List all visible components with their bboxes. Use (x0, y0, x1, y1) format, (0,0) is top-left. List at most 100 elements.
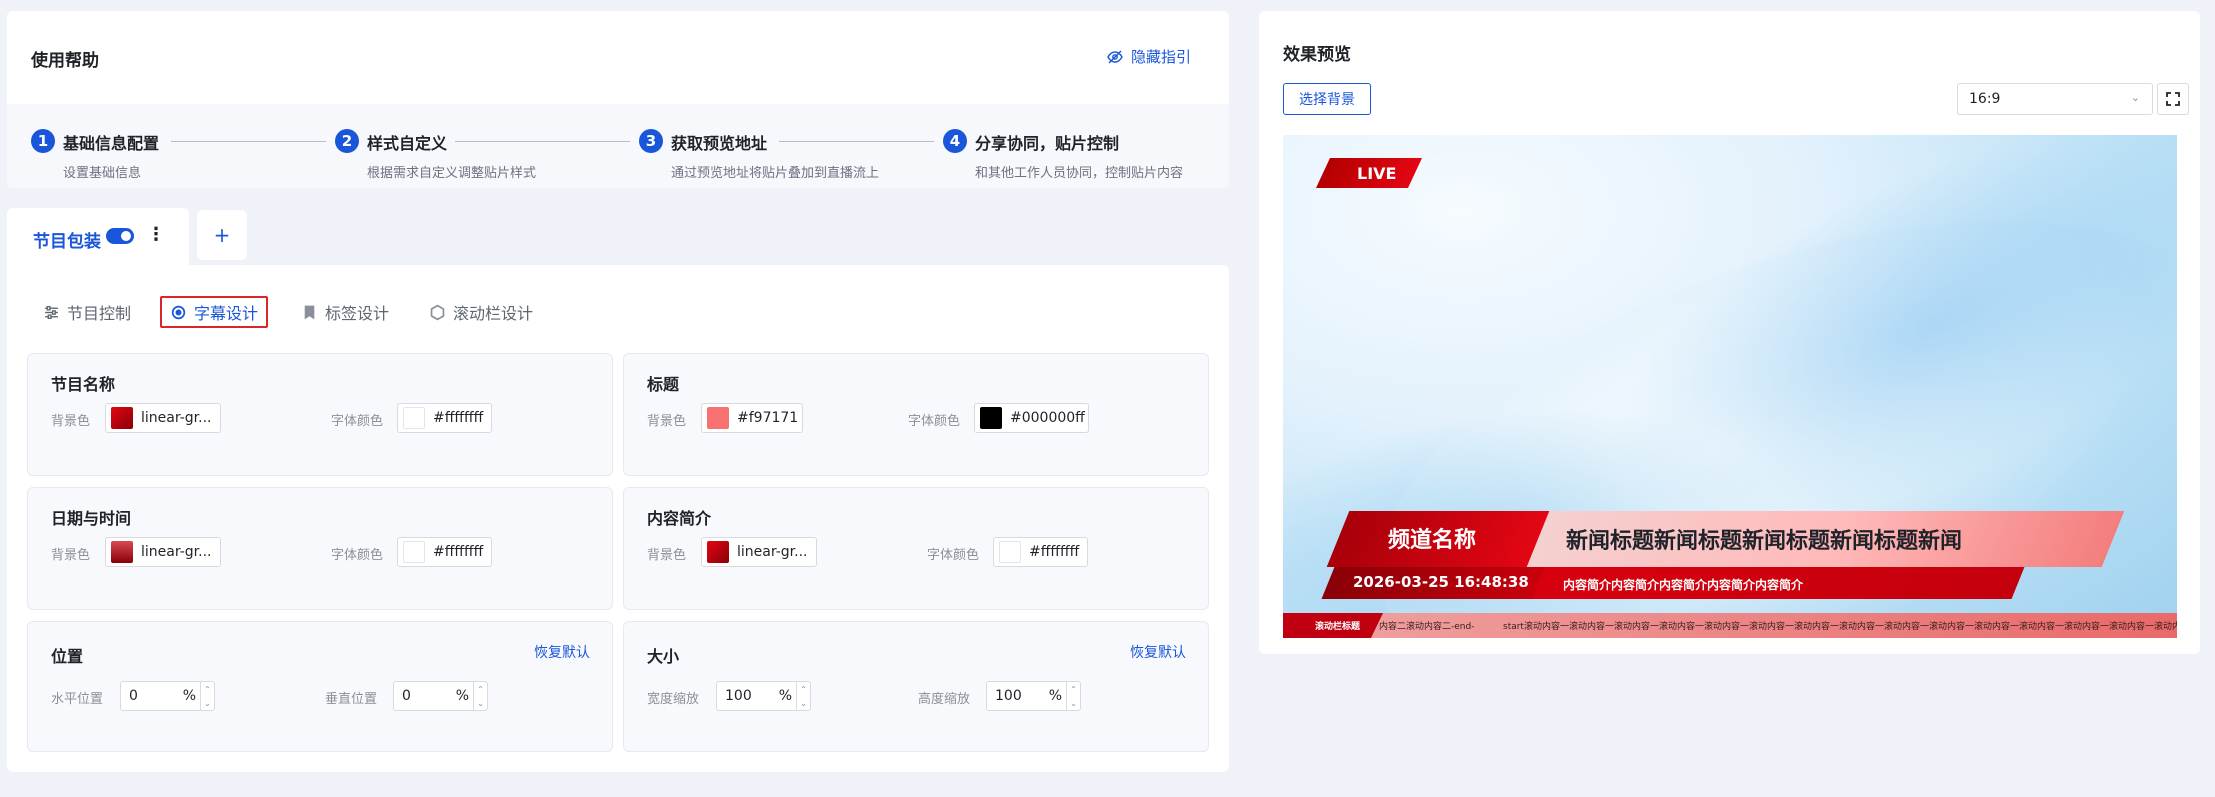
intro-text: 内容简介内容简介内容简介内容简介内容简介 (1563, 578, 1804, 592)
tab-label: 节目包装 (33, 232, 101, 252)
chevron-down-icon[interactable]: ⌄ (474, 696, 487, 710)
color-value: #ffffffff (433, 544, 484, 560)
subtab-label: 标签设计 (325, 304, 390, 323)
step-number: 4 (943, 129, 967, 153)
color-swatch (403, 541, 425, 563)
card-title: 节目名称 (51, 375, 116, 394)
card-datetime: 日期与时间 背景色 linear-gr... 字体颜色 #ffffffff (27, 487, 613, 610)
chevron-down-icon[interactable]: ⌄ (1067, 696, 1080, 710)
input-value: 0 (402, 688, 411, 704)
subtab-scroll-bar-design[interactable]: 滚动栏设计 (421, 296, 541, 328)
chevron-down-icon[interactable]: ⌄ (797, 696, 810, 710)
preview-canvas: LIVE 频道名称 新闻标题新闻标题新闻标题新闻标题新闻 2026-03-25 … (1283, 135, 2177, 638)
unit-label: % (778, 688, 792, 704)
vertical-position-label: 垂直位置 (325, 692, 378, 707)
card-title: 标题 (647, 375, 680, 394)
bg-color-label: 背景色 (647, 414, 687, 429)
scroll-ticker: 滚动栏标题 内容二滚动内容二-end- start滚动内容一滚动内容一滚动内容一… (1283, 613, 2177, 638)
color-value: linear-gr... (737, 544, 808, 560)
card-title: 日期与时间 (51, 509, 132, 528)
chevron-down-icon: ⌄ (2130, 91, 2140, 104)
step-desc: 根据需求自定义调整贴片样式 (367, 166, 537, 181)
chevron-up-icon[interactable]: ⌃ (797, 682, 810, 696)
bg-color-picker[interactable]: #f97171 (701, 403, 803, 433)
reset-default-link[interactable]: 恢复默认 (534, 642, 590, 662)
step-number: 2 (335, 129, 359, 153)
font-color-label: 字体颜色 (331, 414, 384, 429)
card-title: 大小 (647, 647, 680, 666)
preview-title: 效果预览 (1283, 45, 1351, 65)
number-stepper[interactable]: ⌃ ⌄ (796, 682, 810, 710)
color-value: #000000ff (1010, 410, 1085, 426)
chevron-down-icon[interactable]: ⌄ (201, 696, 214, 710)
card-intro: 内容简介 背景色 linear-gr... 字体颜色 #ffffffff (623, 487, 1209, 610)
step-number: 1 (31, 129, 55, 153)
lower-third-caption: 频道名称 新闻标题新闻标题新闻标题新闻标题新闻 2026-03-25 16:48… (1321, 511, 2128, 621)
hide-guide-button[interactable]: 隐藏指引 (1107, 46, 1191, 67)
scroll-bar-icon (430, 304, 445, 320)
font-color-picker[interactable]: #ffffffff (397, 537, 492, 567)
color-value: #ffffffff (433, 410, 484, 426)
number-stepper[interactable]: ⌃ ⌄ (200, 682, 214, 710)
step-connector (171, 141, 326, 142)
input-value: 100 (725, 688, 752, 704)
step-connector (455, 141, 630, 142)
bg-color-picker[interactable]: linear-gr... (701, 537, 817, 567)
width-scale-input[interactable]: 100 % ⌃ ⌄ (716, 681, 811, 711)
number-stepper[interactable]: ⌃ ⌄ (473, 682, 487, 710)
color-swatch (111, 541, 133, 563)
add-tab-button[interactable]: + (197, 210, 247, 260)
bookmark-icon (304, 305, 315, 319)
chevron-up-icon[interactable]: ⌃ (1067, 682, 1080, 696)
editor-panel: 节目控制 字幕设计 标签设计 滚动栏设计 节目名称 背景色 linear-gr.… (7, 265, 1229, 772)
chevron-up-icon[interactable]: ⌃ (474, 682, 487, 696)
aspect-ratio-select[interactable]: 16:9 ⌄ (1957, 83, 2153, 115)
number-stepper[interactable]: ⌃ ⌄ (1066, 682, 1080, 710)
bg-color-label: 背景色 (51, 414, 91, 429)
step-title: 基础信息配置 (63, 134, 160, 153)
bg-color-label: 背景色 (647, 548, 687, 563)
step-title: 获取预览地址 (671, 134, 768, 153)
datetime-text: 2026-03-25 16:48:38 (1353, 573, 1529, 591)
font-color-picker[interactable]: #ffffffff (993, 537, 1088, 567)
tab-enable-toggle[interactable] (106, 228, 134, 244)
more-options-icon[interactable]: ⋮ (147, 224, 165, 245)
font-color-label: 字体颜色 (927, 548, 980, 563)
input-value: 100 (995, 688, 1022, 704)
bg-color-picker[interactable]: linear-gr... (105, 537, 221, 567)
step-desc: 和其他工作人员协同，控制贴片内容 (975, 166, 1184, 181)
horizontal-position-input[interactable]: 0 % ⌃ ⌄ (120, 681, 215, 711)
tab-program-package[interactable]: 节目包装 ⋮ (7, 208, 189, 266)
horizontal-position-label: 水平位置 (51, 692, 104, 707)
bg-color-label: 背景色 (51, 548, 91, 563)
bg-color-picker[interactable]: linear-gr... (105, 403, 221, 433)
vertical-position-input[interactable]: 0 % ⌃ ⌄ (393, 681, 488, 711)
card-heading: 标题 背景色 #f97171 字体颜色 #000000ff (623, 353, 1209, 476)
step-desc: 通过预览地址将贴片叠加到直播流上 (671, 166, 880, 181)
font-color-picker[interactable]: #ffffffff (397, 403, 492, 433)
fullscreen-button[interactable] (2157, 83, 2189, 115)
sliders-icon (45, 305, 58, 319)
subtab-label-design[interactable]: 标签设计 (293, 296, 397, 328)
card-size: 大小 恢复默认 宽度缩放 100 % ⌃ ⌄ 高度缩放 100 % ⌃ ⌄ (623, 621, 1209, 752)
color-swatch (707, 407, 729, 429)
subtab-subtitle-design[interactable]: 字幕设计 (160, 296, 269, 328)
subtab-label: 节目控制 (67, 304, 132, 323)
color-swatch (980, 407, 1002, 429)
fullscreen-icon (2166, 92, 2180, 106)
input-value: 0 (129, 688, 138, 704)
subtab-label: 字幕设计 (194, 304, 259, 323)
reset-default-link[interactable]: 恢复默认 (1130, 642, 1186, 662)
height-scale-input[interactable]: 100 % ⌃ ⌄ (986, 681, 1081, 711)
font-color-picker[interactable]: #000000ff (974, 403, 1089, 433)
step-desc: 设置基础信息 (63, 166, 142, 181)
eye-off-icon (1107, 50, 1123, 63)
chevron-up-icon[interactable]: ⌃ (201, 682, 214, 696)
select-background-button[interactable]: 选择背景 (1283, 83, 1371, 115)
hide-guide-label: 隐藏指引 (1130, 48, 1191, 66)
unit-label: % (1048, 688, 1062, 704)
width-scale-label: 宽度缩放 (647, 692, 700, 707)
aspect-ratio-value: 16:9 (1969, 91, 2001, 107)
subtab-program-control[interactable]: 节目控制 (35, 296, 139, 328)
live-badge-text: LIVE (1357, 164, 1397, 183)
